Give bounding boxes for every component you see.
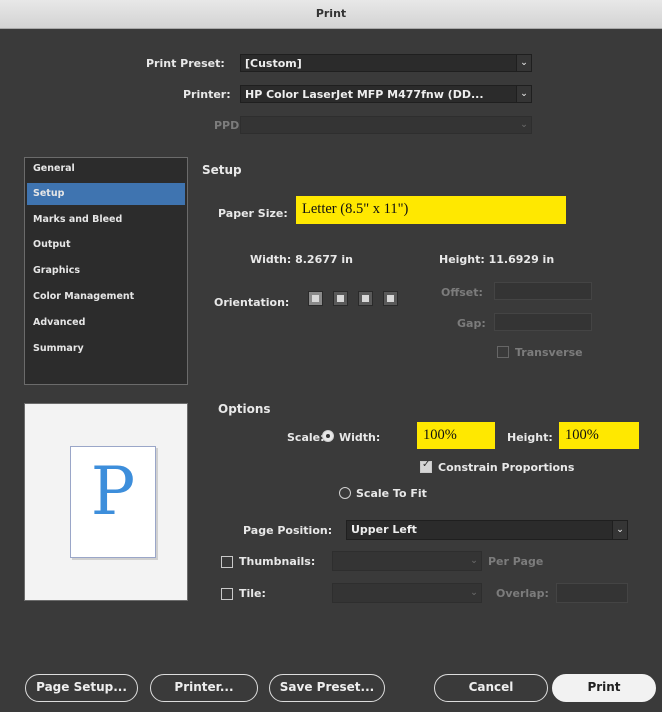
transverse-label: Transverse <box>515 346 583 359</box>
ppd-dropdown[interactable]: ⌄ <box>240 116 532 134</box>
scale-to-fit-radio[interactable] <box>339 487 351 499</box>
title-bar: Print <box>0 0 662 29</box>
reverse-portrait-icon[interactable] <box>358 291 373 306</box>
paper-size-dropdown[interactable]: Letter (8.5" x 11") <box>296 196 566 224</box>
sidebar-item-setup[interactable]: Setup <box>27 183 185 205</box>
offset-label: Offset: <box>441 286 483 299</box>
sidebar-item-graphics[interactable]: Graphics <box>27 260 185 282</box>
category-list: General Setup Marks and Bleed Output Gra… <box>24 157 188 385</box>
sidebar-item-summary[interactable]: Summary <box>27 338 185 360</box>
print-preset-label: Print Preset: <box>146 57 225 70</box>
portrait-icon[interactable] <box>308 291 323 306</box>
sidebar-item-output[interactable]: Output <box>27 234 185 256</box>
gap-field[interactable] <box>494 313 592 331</box>
preview-page: P <box>70 446 156 558</box>
printer-label: Printer: <box>183 88 231 101</box>
tile-dropdown[interactable]: ⌄ <box>332 583 482 603</box>
scale-to-fit-label: Scale To Fit <box>356 487 427 500</box>
thumbnails-label: Thumbnails: <box>239 555 316 568</box>
page-position-dropdown[interactable]: Upper Left ⌄ <box>346 520 628 540</box>
scale-height-label: Height: <box>507 431 553 444</box>
page-preview: P <box>24 403 188 601</box>
tile-checkbox[interactable] <box>221 588 233 600</box>
chevron-down-icon: ⌄ <box>466 552 481 570</box>
sidebar-item-marks-and-bleed[interactable]: Marks and Bleed <box>27 209 185 231</box>
overlap-label: Overlap: <box>496 587 549 600</box>
printer-value: HP Color LaserJet MFP M477fnw (DD... <box>245 88 484 101</box>
transverse-checkbox[interactable] <box>497 346 509 358</box>
scale-height-field[interactable]: 100% <box>559 422 639 449</box>
printer-button[interactable]: Printer... <box>150 674 258 702</box>
printer-dropdown[interactable]: HP Color LaserJet MFP M477fnw (DD... ⌄ <box>240 85 532 103</box>
window-title: Print <box>315 7 347 20</box>
gap-label: Gap: <box>457 317 486 330</box>
chevron-down-icon: ⌄ <box>516 117 531 133</box>
scale-width-label: Width: <box>339 431 381 444</box>
print-preset-dropdown[interactable]: [Custom] ⌄ <box>240 54 532 72</box>
constrain-proportions-checkbox[interactable] <box>420 459 432 473</box>
landscape-icon[interactable] <box>333 291 348 306</box>
constrain-proportions-label: Constrain Proportions <box>438 461 575 474</box>
page-position-label: Page Position: <box>243 524 333 537</box>
overlap-field[interactable] <box>556 583 628 603</box>
print-button[interactable]: Print <box>552 674 656 702</box>
sidebar-item-general[interactable]: General <box>27 158 185 180</box>
reverse-landscape-icon[interactable] <box>383 291 398 306</box>
scale-width-radio[interactable] <box>322 430 334 442</box>
paper-size-label: Paper Size: <box>218 207 288 220</box>
tile-label: Tile: <box>239 587 266 600</box>
options-heading: Options <box>218 402 271 416</box>
width-readout: Width: 8.2677 in <box>250 253 353 266</box>
sidebar-item-advanced[interactable]: Advanced <box>27 312 185 334</box>
thumbnails-dropdown[interactable]: ⌄ <box>332 551 482 571</box>
height-readout: Height: 11.6929 in <box>439 253 555 266</box>
cancel-button[interactable]: Cancel <box>434 674 548 702</box>
sidebar-item-color-management[interactable]: Color Management <box>27 286 185 308</box>
page-position-value: Upper Left <box>351 523 417 536</box>
chevron-down-icon: ⌄ <box>516 55 531 71</box>
scale-label: Scale: <box>287 431 325 444</box>
scale-width-field[interactable]: 100% <box>417 422 495 449</box>
setup-heading: Setup <box>202 163 242 177</box>
chevron-down-icon: ⌄ <box>612 521 627 539</box>
print-preset-value: [Custom] <box>245 57 302 70</box>
page-setup-button[interactable]: Page Setup... <box>25 674 138 702</box>
preview-glyph: P <box>90 453 136 530</box>
save-preset-button[interactable]: Save Preset... <box>269 674 385 702</box>
chevron-down-icon: ⌄ <box>516 86 531 102</box>
orientation-label: Orientation: <box>214 296 290 309</box>
print-dialog: Print Print Preset: [Custom] ⌄ Printer: … <box>0 0 662 712</box>
per-page-label: Per Page <box>488 555 544 568</box>
offset-field[interactable] <box>494 282 592 300</box>
chevron-down-icon: ⌄ <box>466 584 481 602</box>
thumbnails-checkbox[interactable] <box>221 556 233 568</box>
